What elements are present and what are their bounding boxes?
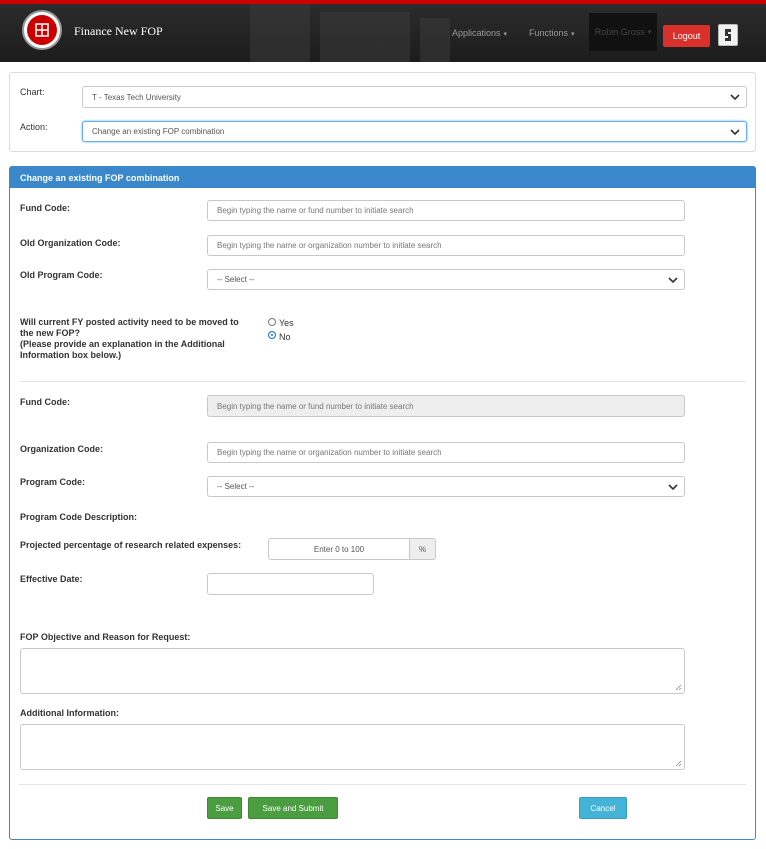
user-name: Robin Gross <box>594 27 645 37</box>
program-code-select[interactable]: -- Select -- <box>207 476 685 497</box>
caret-down-icon: ▾ <box>571 31 575 38</box>
radio-no[interactable] <box>268 331 276 339</box>
caret-down-icon: ▾ <box>647 29 652 36</box>
chevron-down-icon <box>668 276 678 283</box>
fund-code-label: Fund Code: <box>20 203 70 213</box>
action-label: Action: <box>20 122 48 132</box>
nav-functions-label: Functions <box>529 28 569 38</box>
nav-applications-menu[interactable]: Applications ▾ <box>452 28 507 38</box>
action-select-value: Change an existing FOP combination <box>92 127 225 136</box>
chart-select[interactable]: T - Texas Tech University <box>82 86 747 108</box>
program-code-value: -- Select -- <box>217 482 255 491</box>
old-program-code-label: Old Program Code: <box>20 270 103 280</box>
old-org-code-placeholder: Begin typing the name or organization nu… <box>217 241 442 250</box>
move-question-line: the new FOP? <box>20 328 81 338</box>
form-title: Change an existing FOP combination <box>10 167 755 188</box>
program-code-description-label: Program Code Description: <box>20 512 138 522</box>
buttons-divider <box>19 784 746 785</box>
section-divider <box>19 381 746 382</box>
move-question-line: Information box below.) <box>20 350 122 360</box>
app-title[interactable]: Finance New FOP <box>74 24 163 39</box>
chart-select-value: T - Texas Tech University <box>92 92 181 102</box>
chevron-down-icon <box>730 94 740 101</box>
cancel-button[interactable]: Cancel <box>579 797 627 819</box>
action-select[interactable]: Change an existing FOP combination <box>82 121 747 142</box>
move-question-line: Will current FY posted activity need to … <box>20 317 239 327</box>
new-fund-code-input[interactable]: Begin typing the name or fund number to … <box>207 395 685 417</box>
fop-objective-label: FOP Objective and Reason for Request: <box>20 632 191 642</box>
radio-yes-label: Yes <box>279 318 294 328</box>
move-question-line: (Please provide an explanation in the Ad… <box>20 339 225 349</box>
chart-label: Chart: <box>20 87 45 97</box>
chevron-down-icon <box>668 483 678 490</box>
research-percentage-input[interactable]: Enter 0 to 100 <box>268 538 410 560</box>
old-program-code-value: -- Select -- <box>217 275 255 284</box>
header-background-art <box>420 18 450 62</box>
user-menu[interactable]: Robin Gross ▾ <box>589 13 657 51</box>
old-org-code-label: Old Organization Code: <box>20 238 121 248</box>
fund-code-placeholder: Begin typing the name or fund number to … <box>217 206 414 215</box>
old-program-code-select[interactable]: -- Select -- <box>207 269 685 290</box>
org-code-label: Organization Code: <box>20 444 103 454</box>
save-button[interactable]: Save <box>207 797 242 819</box>
university-seal-icon[interactable] <box>22 10 62 50</box>
header-background-art <box>320 12 410 62</box>
fund-code-input[interactable]: Begin typing the name or fund number to … <box>207 200 685 221</box>
org-code-input[interactable]: Begin typing the name or organization nu… <box>207 442 685 463</box>
resize-grip-icon[interactable] <box>675 684 682 691</box>
settings-icon[interactable] <box>718 24 738 46</box>
effective-date-label: Effective Date: <box>20 574 83 584</box>
research-percentage-placeholder: Enter 0 to 100 <box>313 544 365 554</box>
additional-info-label: Additional Information: <box>20 708 119 718</box>
top-navbar: Finance New FOP Applications ▾ Functions ▾… <box>0 0 766 62</box>
header-background-art <box>250 4 310 62</box>
research-percentage-label: Projected percentage of research related… <box>20 540 242 550</box>
new-fund-code-label: Fund Code: <box>20 397 70 407</box>
move-activity-question: Will current FY posted activity need to … <box>20 317 239 361</box>
nav-applications-label: Applications <box>452 28 501 38</box>
org-code-placeholder: Begin typing the name or organization nu… <box>217 448 442 457</box>
program-code-label: Program Code: <box>20 477 86 487</box>
chevron-down-icon <box>730 128 740 135</box>
logout-button[interactable]: Logout <box>663 25 710 47</box>
nav-functions-menu[interactable]: Functions ▾ <box>529 28 575 38</box>
fop-objective-textarea[interactable] <box>20 648 685 694</box>
radio-yes[interactable] <box>268 318 276 326</box>
old-org-code-input[interactable]: Begin typing the name or organization nu… <box>207 235 685 256</box>
percent-addon: % <box>409 538 436 560</box>
new-fund-code-placeholder: Begin typing the name or fund number to … <box>217 401 414 411</box>
effective-date-input[interactable] <box>207 573 374 595</box>
caret-down-icon: ▾ <box>503 31 508 38</box>
radio-no-label: No <box>279 332 291 342</box>
additional-info-textarea[interactable] <box>20 724 685 770</box>
resize-grip-icon[interactable] <box>675 760 682 767</box>
save-and-submit-button[interactable]: Save and Submit <box>248 797 338 819</box>
